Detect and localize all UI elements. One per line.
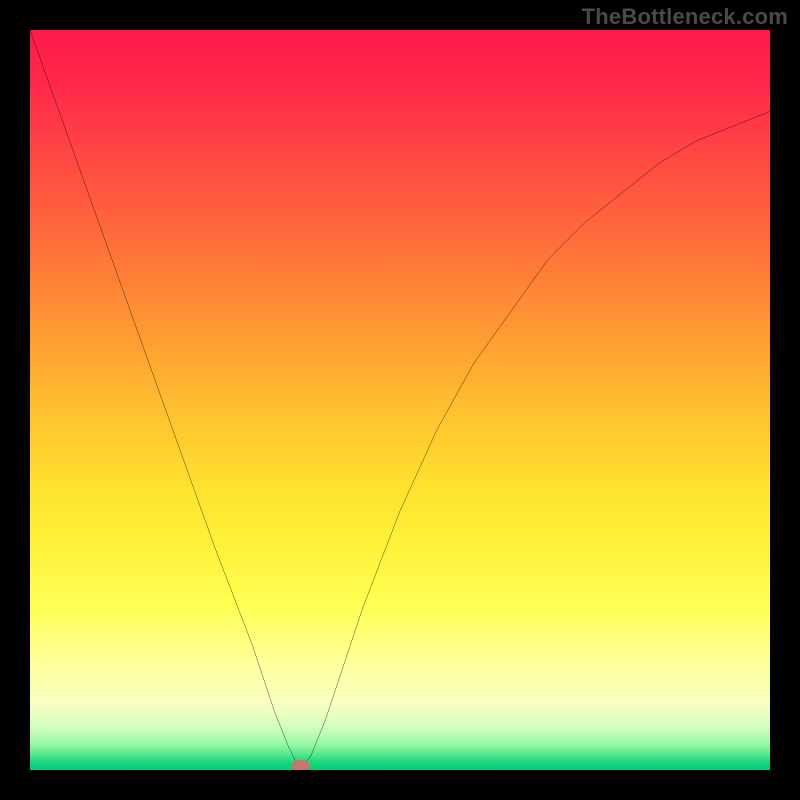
optimal-point-marker xyxy=(291,760,309,770)
plot-area xyxy=(30,30,770,770)
bottleneck-curve xyxy=(30,30,770,770)
curve-path xyxy=(30,30,770,770)
watermark-text: TheBottleneck.com xyxy=(582,4,788,30)
